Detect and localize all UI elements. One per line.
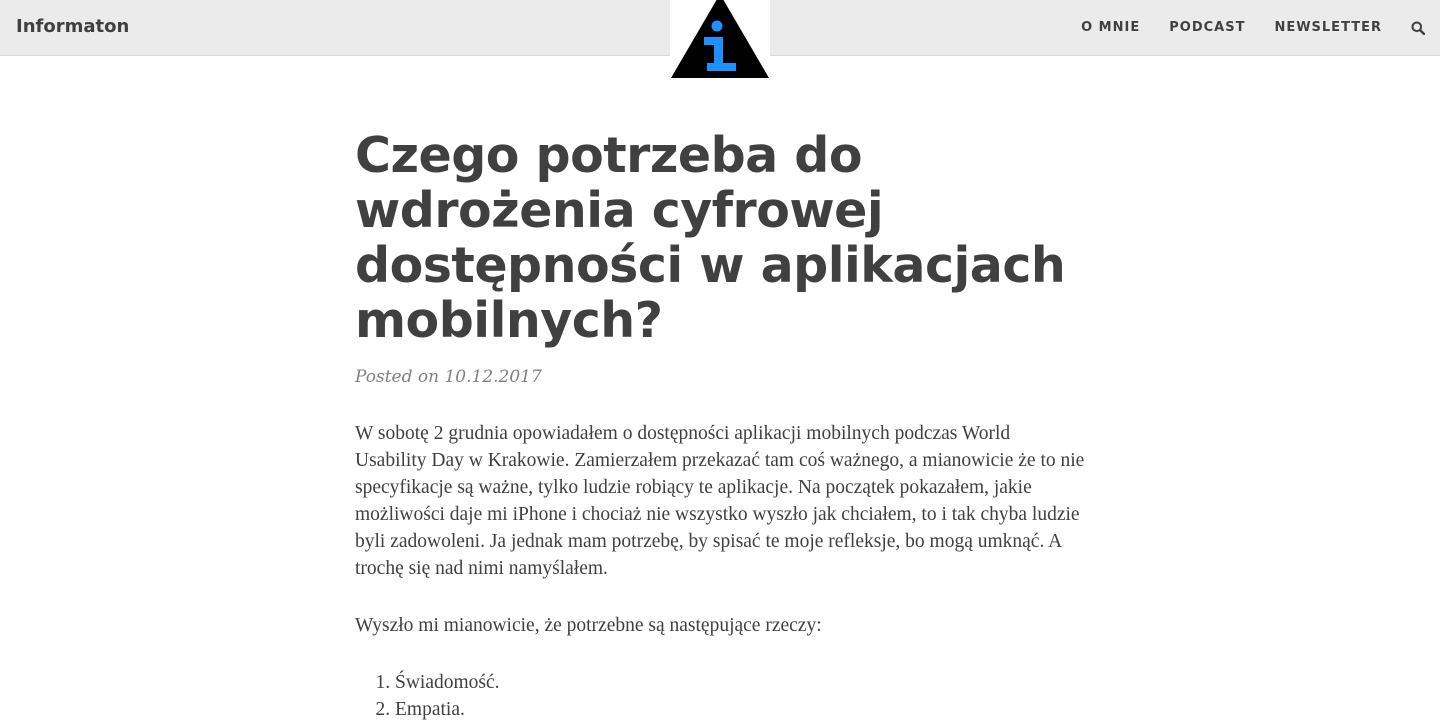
list-item: Empatia.: [395, 696, 1085, 723]
nav-link-newsletter[interactable]: NEWSLETTER: [1274, 18, 1382, 38]
info-warning-triangle-icon: [671, 0, 769, 78]
post-paragraph: W sobotę 2 grudnia opowiadałem o dostępn…: [355, 423, 1085, 579]
post-list: Świadomość. Empatia.: [355, 669, 1085, 723]
search-icon: [1411, 21, 1425, 35]
brand-link[interactable]: Informaton: [16, 14, 129, 40]
search-button[interactable]: [1410, 20, 1426, 36]
post-title: Czego potrzeba do wdrożenia cyfrowej dos…: [355, 127, 1066, 349]
post-paragraph: Wyszło mi mianowicie, że potrzebne są na…: [355, 615, 822, 636]
nav-link-o-mnie[interactable]: O MNIE: [1081, 18, 1140, 38]
post-body: W sobotę 2 grudnia opowiadałem o dostępn…: [355, 420, 1085, 723]
navbar: Informaton O MNIE PODCAST NEWSLETTER: [0, 0, 1440, 80]
list-item: Świadomość.: [395, 669, 1085, 696]
main-nav: O MNIE PODCAST NEWSLETTER: [1052, 0, 1426, 56]
nav-link-podcast[interactable]: PODCAST: [1169, 18, 1245, 38]
site-logo[interactable]: [670, 0, 770, 80]
post-article: Czego potrzeba do wdrożenia cyfrowej dos…: [355, 128, 1085, 723]
post-meta: Posted on 10.12.2017: [355, 367, 542, 387]
